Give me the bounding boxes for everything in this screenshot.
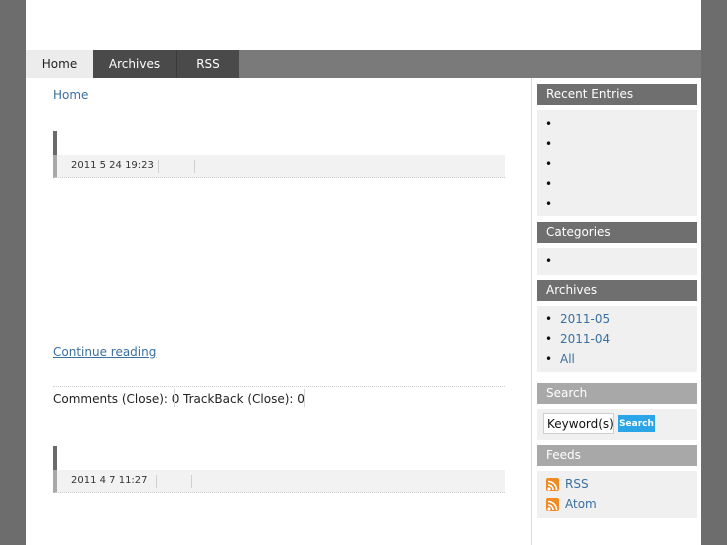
- list-item[interactable]: [537, 174, 697, 194]
- trackback-link[interactable]: TrackBack (Close): 0: [183, 392, 305, 406]
- rss-feed-icon: [546, 498, 559, 511]
- feed-rss-link[interactable]: RSS: [537, 474, 697, 494]
- widget-title-search: Search: [537, 383, 697, 404]
- feedback-divider: [174, 389, 175, 407]
- meta-divider: [156, 475, 157, 488]
- feed-label: RSS: [565, 477, 589, 491]
- meta-divider: [194, 160, 195, 173]
- feedback-divider: [304, 389, 305, 407]
- entry-date: 2011 5 24 19:23: [71, 160, 154, 171]
- list-item[interactable]: [537, 134, 697, 154]
- global-nav: Home Archives RSS: [26, 50, 701, 78]
- sidebar-divider: [531, 78, 532, 545]
- feed-atom-link[interactable]: Atom: [537, 494, 697, 514]
- entry-meta: 2011 5 24 19:23: [53, 155, 505, 178]
- widget-title-archives: Archives: [537, 280, 697, 301]
- page: Home Archives RSS Home 2011 5 24 19:23 C…: [26, 0, 701, 545]
- widget-categories: [537, 248, 697, 275]
- nav-archives[interactable]: Archives: [93, 50, 177, 78]
- feed-label: Atom: [565, 497, 597, 511]
- entry-feedback: Comments (Close): 0 TrackBack (Close): 0: [53, 386, 505, 407]
- list-item[interactable]: [537, 194, 697, 214]
- widget-feeds: RSS Atom: [537, 471, 697, 518]
- entry-meta: 2011 4 7 11:27: [53, 470, 505, 493]
- archive-link[interactable]: All: [537, 349, 697, 369]
- header: [26, 0, 701, 50]
- widget-archives: 2011-05 2011-04 All: [537, 306, 697, 372]
- search-button[interactable]: Search: [618, 415, 655, 432]
- meta-divider: [191, 475, 192, 488]
- archive-link[interactable]: 2011-04: [537, 329, 697, 349]
- widget-title-feeds: Feeds: [537, 445, 697, 466]
- nav-home[interactable]: Home: [26, 50, 93, 78]
- continue-reading-link[interactable]: Continue reading: [53, 345, 156, 359]
- widget-title-categories: Categories: [537, 222, 697, 243]
- comments-link[interactable]: Comments (Close): 0: [53, 392, 179, 406]
- list-item[interactable]: [537, 114, 697, 134]
- list-item[interactable]: [537, 251, 697, 271]
- entry-title: [53, 131, 57, 155]
- widget-title-recent-entries: Recent Entries: [537, 84, 697, 105]
- rss-feed-icon: [546, 478, 559, 491]
- search-input[interactable]: [543, 413, 614, 434]
- nav-rss[interactable]: RSS: [177, 50, 239, 78]
- widget-recent-entries: [537, 110, 697, 216]
- meta-divider: [158, 160, 159, 173]
- list-item[interactable]: [537, 154, 697, 174]
- breadcrumb-home[interactable]: Home: [53, 88, 88, 102]
- entry-title: [53, 446, 57, 470]
- entry-date: 2011 4 7 11:27: [71, 475, 148, 486]
- archive-link[interactable]: 2011-05: [537, 309, 697, 329]
- widget-search: Search: [537, 409, 697, 440]
